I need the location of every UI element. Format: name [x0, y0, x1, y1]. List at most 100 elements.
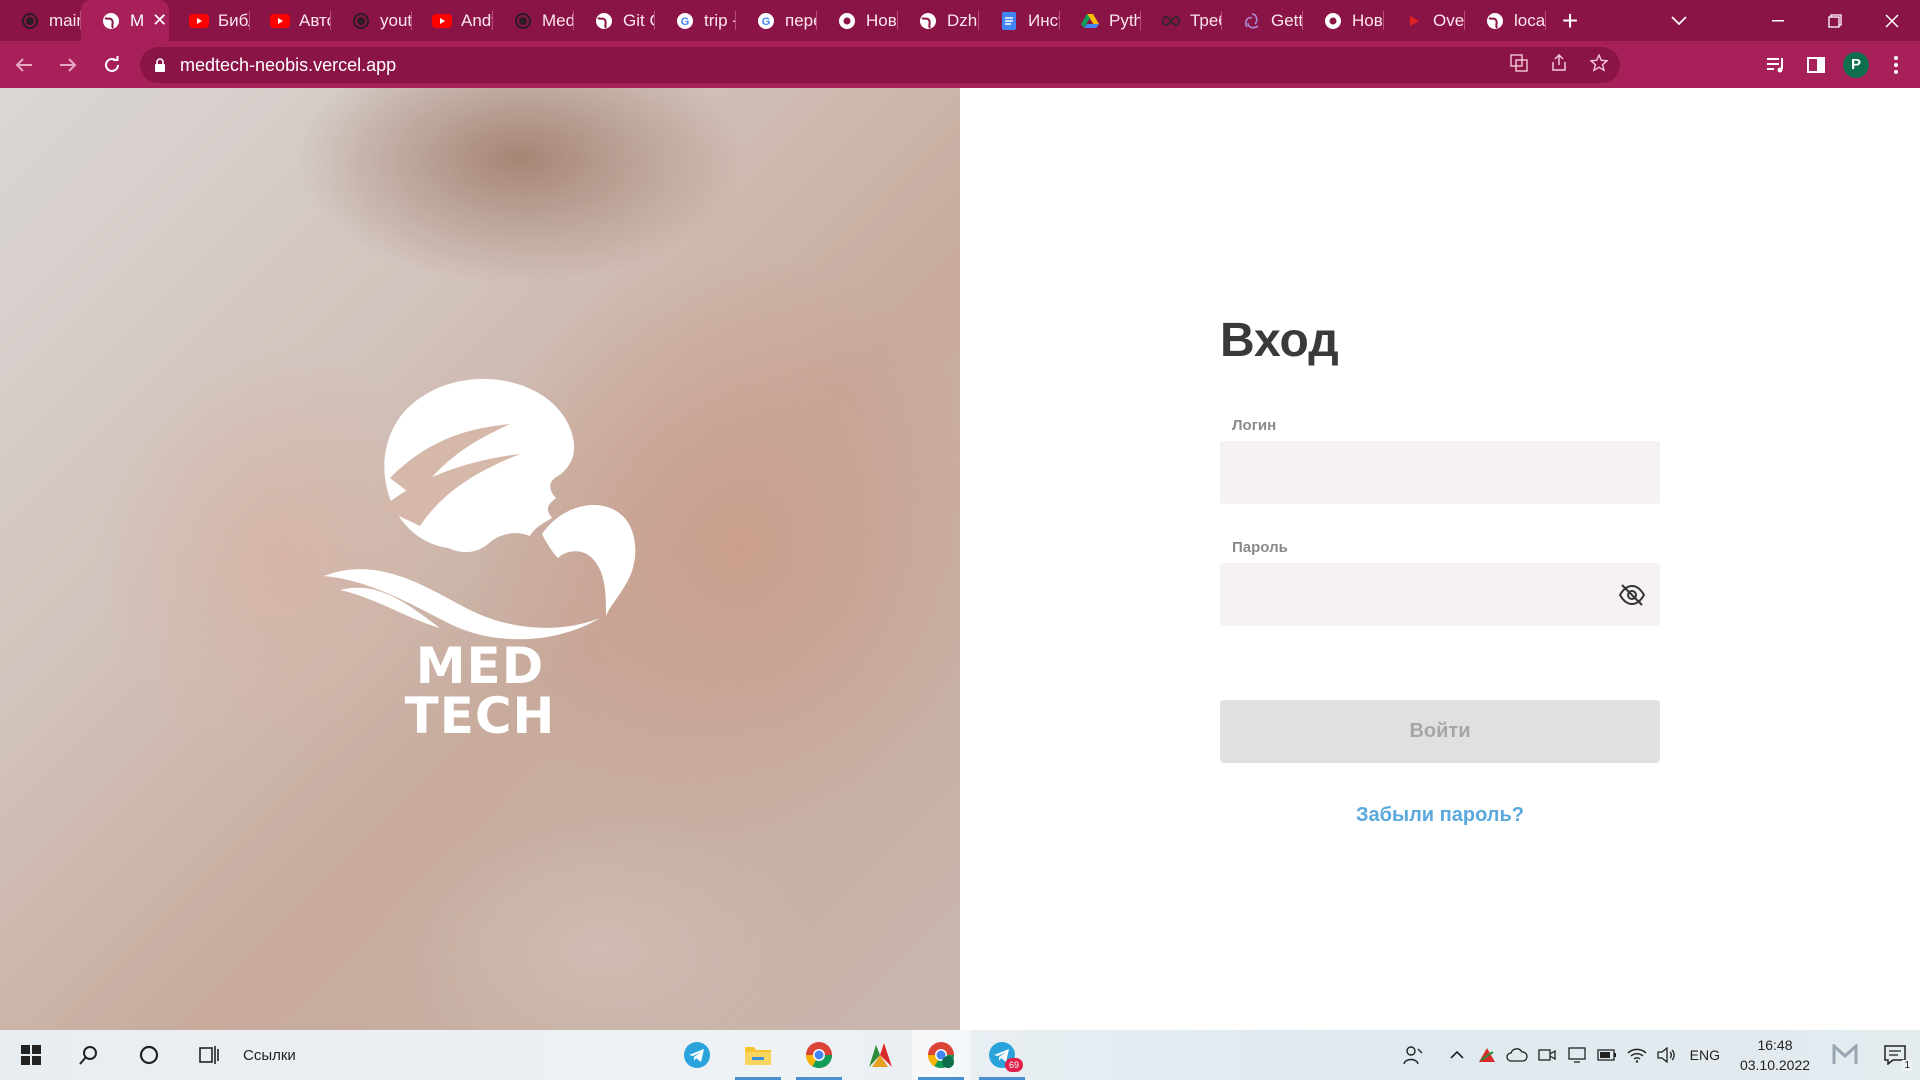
- browser-tab[interactable]: Инст: [979, 0, 1060, 41]
- antivirus-icon[interactable]: [1472, 1030, 1502, 1080]
- people-icon[interactable]: [1398, 1030, 1428, 1080]
- browser-tab[interactable]: M ✕: [81, 0, 169, 41]
- new-tab-button[interactable]: +: [1546, 0, 1594, 41]
- notifications-button[interactable]: 1: [1870, 1030, 1920, 1080]
- tab-search-button[interactable]: [1649, 0, 1709, 41]
- side-panel-icon: [1807, 56, 1825, 73]
- wifi-icon[interactable]: [1622, 1030, 1652, 1080]
- browser-tab[interactable]: Gtrip -: [655, 0, 736, 41]
- password-input[interactable]: [1220, 563, 1660, 626]
- forward-button[interactable]: [48, 45, 88, 85]
- media-control-button[interactable]: [1756, 45, 1796, 85]
- tab-title: Over: [1433, 10, 1465, 30]
- logo-text-tech: TECH: [404, 687, 556, 745]
- tab-title: пере: [785, 10, 817, 30]
- browser-tab[interactable]: local: [1465, 0, 1546, 41]
- login-submit-button[interactable]: Войти: [1220, 700, 1660, 763]
- browser-tab[interactable]: Треб: [1141, 0, 1222, 41]
- side-panel-button[interactable]: [1796, 45, 1836, 85]
- toolbar-actions: P: [1756, 41, 1920, 88]
- chrome-menu-button[interactable]: [1876, 45, 1916, 85]
- search-icon: [79, 1046, 97, 1065]
- tab-strip: mainM✕БиблАвтоyoutuAndyMedGit CGtrip -Gп…: [0, 0, 1920, 41]
- back-button[interactable]: [4, 45, 44, 85]
- share-icon[interactable]: [1550, 53, 1568, 77]
- browser-tab[interactable]: Andy: [412, 0, 493, 41]
- browser-tab[interactable]: Med: [493, 0, 574, 41]
- task-view-button[interactable]: [186, 1030, 232, 1080]
- m-app-icon[interactable]: [1820, 1030, 1870, 1080]
- translate-icon[interactable]: [1510, 53, 1528, 77]
- browser-tab[interactable]: Getti: [1222, 0, 1303, 41]
- login-label: Логин: [1232, 417, 1277, 434]
- browser-tab[interactable]: Dzha: [898, 0, 979, 41]
- medtech-logo: MED TECH: [320, 358, 640, 758]
- restore-button[interactable]: [1806, 0, 1863, 41]
- browser-tab[interactable]: main: [0, 0, 81, 41]
- tab-title: trip -: [704, 10, 736, 30]
- taskbar-app-telegram-2[interactable]: 69: [973, 1030, 1031, 1080]
- playlist-icon: [1767, 57, 1783, 72]
- password-field-wrapper: [1220, 563, 1660, 626]
- mother-baby-logo-icon: [324, 378, 636, 640]
- start-button[interactable]: [8, 1030, 54, 1080]
- cortana-button[interactable]: [126, 1030, 172, 1080]
- browser-tab[interactable]: Авто: [250, 0, 331, 41]
- google-icon: G: [675, 11, 695, 31]
- minimize-button[interactable]: [1749, 0, 1806, 41]
- onedrive-cloud-icon[interactable]: [1502, 1030, 1532, 1080]
- notification-count: 1: [1902, 1060, 1912, 1071]
- chrome-icon: [1323, 11, 1343, 31]
- tab-title: Библ: [218, 10, 250, 30]
- profile-button[interactable]: P: [1836, 45, 1876, 85]
- browser-tab[interactable]: Pyth: [1060, 0, 1141, 41]
- browser-tab[interactable]: Gпере: [736, 0, 817, 41]
- browser-tab[interactable]: Git C: [574, 0, 655, 41]
- telegram-unread-badge: 69: [1005, 1058, 1023, 1072]
- login-input[interactable]: [1220, 441, 1660, 504]
- taskbar-app-other[interactable]: [851, 1030, 909, 1080]
- task-view-icon: [199, 1046, 219, 1064]
- avatar: P: [1843, 51, 1869, 78]
- browser-tab[interactable]: Библ: [169, 0, 250, 41]
- browser-tab[interactable]: youtu: [331, 0, 412, 41]
- close-window-button[interactable]: [1863, 0, 1920, 41]
- meet-now-icon[interactable]: [1532, 1030, 1562, 1080]
- taskbar-app-file-explorer[interactable]: [729, 1030, 787, 1080]
- arrow-left-icon: [15, 57, 32, 72]
- url-text[interactable]: medtech-neobis.vercel.app: [180, 55, 396, 76]
- links-toolbar-label[interactable]: Ссылки: [243, 1030, 296, 1080]
- browser-tab[interactable]: Нова: [1303, 0, 1384, 41]
- page-content: MED TECH Вход Логин Пароль Войти Забыли …: [0, 88, 1920, 1030]
- browser-tab[interactable]: Нова: [817, 0, 898, 41]
- battery-icon[interactable]: [1592, 1030, 1622, 1080]
- password-label: Пароль: [1232, 539, 1288, 556]
- star-icon[interactable]: [1589, 52, 1609, 77]
- github-icon: [351, 11, 371, 31]
- clock-time: 16:48: [1757, 1037, 1793, 1053]
- taskbar-app-telegram[interactable]: [668, 1030, 726, 1080]
- windows-logo-icon: [21, 1045, 41, 1065]
- github-icon: [513, 11, 533, 31]
- svg-text:G: G: [681, 16, 690, 28]
- globe-icon: [1485, 11, 1505, 31]
- display-icon[interactable]: [1562, 1030, 1592, 1080]
- taskbar-app-chrome-profile[interactable]: [912, 1030, 970, 1080]
- reload-icon: [105, 55, 119, 72]
- lock-icon[interactable]: [152, 57, 168, 73]
- taskbar-app-chrome[interactable]: [790, 1030, 848, 1080]
- search-button[interactable]: [66, 1030, 112, 1080]
- globe-icon: [101, 11, 121, 31]
- eye-off-icon[interactable]: [1618, 581, 1646, 609]
- address-bar[interactable]: medtech-neobis.vercel.app: [140, 47, 1620, 83]
- arrow-right-icon: [60, 57, 77, 72]
- volume-icon[interactable]: [1652, 1030, 1682, 1080]
- system-clock[interactable]: 16:48 03.10.2022: [1730, 1035, 1820, 1075]
- chevron-up-icon[interactable]: [1442, 1030, 1472, 1080]
- forgot-password-link[interactable]: Забыли пароль?: [1220, 804, 1660, 827]
- language-indicator[interactable]: ENG: [1690, 1047, 1720, 1063]
- close-tab-icon[interactable]: ✕: [152, 10, 167, 31]
- tab-title: Нова: [866, 10, 898, 30]
- browser-tab[interactable]: Over: [1384, 0, 1465, 41]
- reload-button[interactable]: [92, 45, 132, 85]
